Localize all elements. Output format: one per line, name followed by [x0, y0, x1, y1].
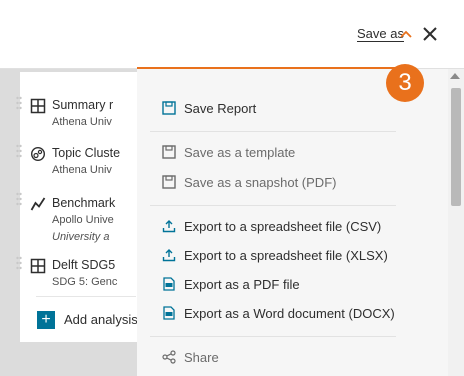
export-icon [162, 220, 176, 233]
close-icon[interactable] [420, 24, 440, 44]
share-label: Share [184, 350, 219, 365]
save-snapshot-label: Save as a snapshot (PDF) [184, 175, 337, 190]
export-pdf-label: Export as a PDF file [184, 277, 300, 292]
scroll-up-icon[interactable] [450, 73, 460, 79]
analysis-title: Summary r [52, 98, 114, 112]
save-report-label: Save Report [184, 101, 257, 116]
menu-divider [150, 205, 396, 206]
save-report-item[interactable]: Save Report [162, 101, 256, 116]
analysis-subtitle-2: University a [52, 231, 110, 243]
analysis-title: Benchmark [52, 196, 116, 210]
save-icon [162, 145, 176, 159]
analysis-subtitle: SDG 5: Genc [52, 276, 118, 288]
export-xlsx-label: Export to a spreadsheet file (XLSX) [184, 248, 388, 263]
share-icon [162, 350, 176, 364]
drag-handle-icon[interactable] [16, 192, 22, 210]
drag-handle-icon[interactable] [16, 144, 22, 162]
line-chart-icon [30, 197, 46, 211]
add-analysis-button[interactable]: + [37, 311, 55, 329]
step-badge: 3 [386, 64, 424, 102]
analysis-subtitle: Apollo Unive [52, 214, 114, 226]
export-pdf-item[interactable]: Export as a PDF file [162, 277, 300, 292]
export-docx-label: Export as a Word document (DOCX) [184, 306, 395, 321]
save-snapshot-item[interactable]: Save as a snapshot (PDF) [162, 175, 336, 190]
drag-handle-icon[interactable] [16, 96, 22, 114]
save-as-button[interactable]: Save as [357, 26, 404, 41]
topic-cluster-icon [30, 146, 46, 162]
drag-handle-icon[interactable] [16, 256, 22, 274]
menu-divider [150, 131, 396, 132]
add-analysis-label[interactable]: Add analysis [64, 312, 142, 327]
save-template-label: Save as a template [184, 145, 296, 160]
export-csv-label: Export to a spreadsheet file (CSV) [184, 219, 382, 234]
divider [36, 296, 136, 297]
analysis-subtitle: Athena Univ [52, 164, 112, 176]
menu-divider [150, 336, 396, 337]
analysis-subtitle: Athena Univ [52, 116, 112, 128]
word-file-icon [163, 306, 175, 320]
export-docx-item[interactable]: Export as a Word document (DOCX) [162, 306, 395, 321]
analysis-title: Delft SDG5 [52, 258, 116, 272]
table-icon [30, 98, 46, 114]
save-icon [162, 101, 176, 115]
pdf-file-icon [163, 277, 175, 291]
menu-accent-line [137, 67, 395, 69]
scroll-thumb[interactable] [451, 88, 461, 206]
save-icon [162, 175, 176, 189]
analysis-title: Topic Cluste [52, 146, 121, 160]
export-icon [162, 249, 176, 262]
export-csv-item[interactable]: Export to a spreadsheet file (CSV) [162, 219, 381, 234]
export-xlsx-item[interactable]: Export to a spreadsheet file (XLSX) [162, 248, 388, 263]
share-item[interactable]: Share [162, 350, 219, 365]
save-template-item[interactable]: Save as a template [162, 145, 295, 160]
table-icon [30, 258, 46, 274]
chevron-up-icon[interactable] [398, 26, 414, 42]
